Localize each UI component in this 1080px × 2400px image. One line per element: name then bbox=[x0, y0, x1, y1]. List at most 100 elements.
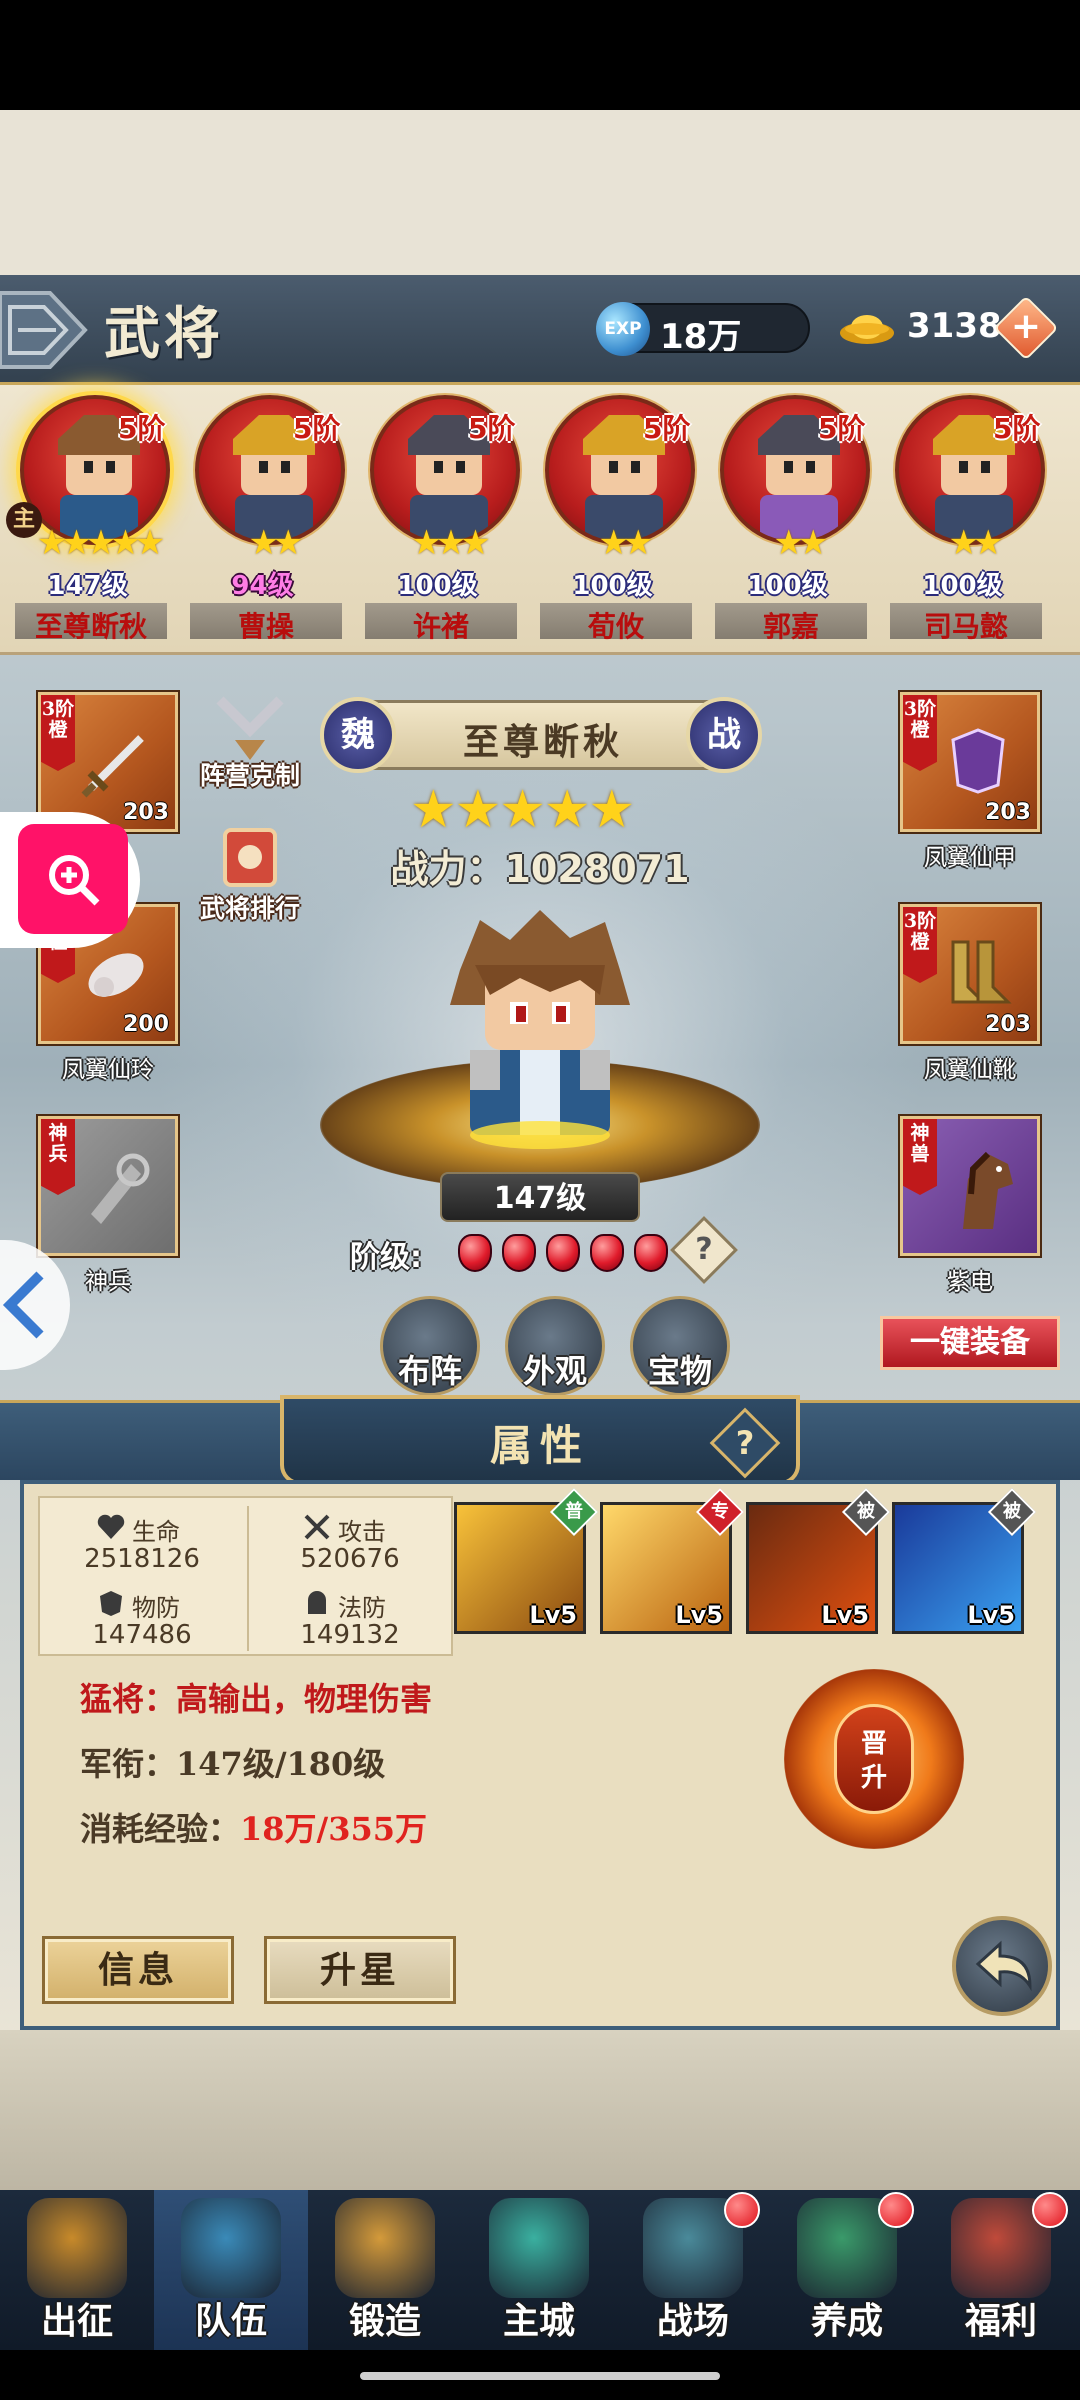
hero-card[interactable]: 5阶 ★★★ 100级许褚 bbox=[350, 395, 525, 655]
skill-type-text: 被 bbox=[1003, 1501, 1021, 1522]
attributes-panel: 生命 2518126 攻击 520676 物防 147486 法防 149132… bbox=[20, 1480, 1060, 2030]
hero-ranking-button[interactable]: 武将排行 bbox=[185, 815, 315, 925]
hero-card[interactable]: 5阶 ★★ 100级 郭嘉 bbox=[700, 395, 875, 655]
nav-item-label: 福利 bbox=[964, 2300, 1037, 2342]
equip-label: 凤翼仙甲 bbox=[924, 845, 1016, 871]
hero-rank: 5阶 bbox=[993, 412, 1041, 445]
lord-badge: 主 bbox=[6, 502, 42, 538]
formation-button[interactable]: 布阵 bbox=[370, 1296, 490, 1406]
nav-item-icon bbox=[489, 2198, 589, 2298]
hero-name: 许褚 bbox=[412, 610, 469, 643]
hero-level: 100级 bbox=[572, 571, 653, 601]
menu-logo-icon[interactable] bbox=[0, 283, 90, 377]
exp-value: 18万 bbox=[660, 317, 742, 357]
back-arrow-icon bbox=[975, 1940, 1032, 1992]
equip-count: 203 bbox=[985, 800, 1031, 825]
horse-icon bbox=[963, 1151, 1013, 1229]
equip-quality-tag: 神兵 bbox=[41, 1119, 75, 1195]
military-rank-label: 军衔： bbox=[80, 1745, 177, 1783]
nav-item[interactable]: 队伍 bbox=[154, 2190, 308, 2350]
jade-pendant-icon bbox=[88, 953, 144, 997]
divine-weapon-silhouette-icon bbox=[91, 1153, 150, 1224]
nav-item-label: 锻造 bbox=[348, 2300, 421, 2342]
hero-level: 100级 bbox=[397, 571, 478, 601]
equip-count: 203 bbox=[123, 800, 169, 825]
hero-card[interactable]: 5阶 ★★ 100级 司马懿 bbox=[875, 395, 1050, 655]
skill-type-text: 普 bbox=[565, 1501, 583, 1522]
nav-item-label: 主城 bbox=[502, 2300, 575, 2342]
equip-label: 紫电 bbox=[947, 1269, 993, 1295]
equip-slot-weapon[interactable]: 3阶橙 203 bbox=[38, 692, 178, 832]
boots-icon bbox=[951, 940, 1012, 1004]
skill-type-tag: 普 bbox=[549, 1487, 599, 1537]
combat-power: 战力：1028071 bbox=[330, 838, 750, 893]
bottom-scenery bbox=[0, 2030, 1080, 2190]
nav-item[interactable]: 主城 bbox=[462, 2190, 616, 2350]
hero-stars: ★★★ bbox=[411, 523, 490, 563]
gold-counter: 3138 + bbox=[840, 295, 1059, 361]
rank-gem-icon bbox=[634, 1234, 668, 1272]
skill-slot[interactable]: Lv5 专 bbox=[600, 1487, 745, 1634]
equip-label: 凤翼仙玲 bbox=[62, 1057, 154, 1083]
hero-row: 5阶 ★★★★★ 147级 至尊断秋 5阶 ★★ 94级 曹操 5阶 ★★★ 100级 许褚 5阶 ★★ 1… bbox=[0, 385, 1080, 655]
military-rank-line: 军衔：147级/180级 bbox=[80, 1739, 385, 1785]
faction-counter-button[interactable]: 阵营克制 bbox=[185, 690, 315, 800]
nav-item-label: 战场 bbox=[656, 2300, 729, 2342]
notification-dot-icon bbox=[878, 2192, 914, 2228]
equip-slot-boots[interactable]: 3阶橙 203 bbox=[900, 904, 1040, 1044]
help-icon: ? bbox=[735, 1424, 755, 1462]
equip-slot-divine-beast[interactable]: 神兽 bbox=[900, 1116, 1040, 1256]
hero-card[interactable]: 5阶 ★★ 100级 荀攸 bbox=[525, 395, 700, 655]
hero-role-text: 猛将：高输出，物理伤害 bbox=[80, 1680, 433, 1718]
exp-counter: EXP 18万 bbox=[596, 302, 810, 357]
skill-slot[interactable]: Lv5 被 bbox=[746, 1487, 891, 1634]
sword-icon bbox=[81, 735, 144, 798]
nav-item[interactable]: 出征 bbox=[0, 2190, 154, 2350]
equip-all-button[interactable]: 一键装备 bbox=[880, 1316, 1060, 1370]
add-gold-button[interactable]: + bbox=[993, 295, 1059, 361]
back-button[interactable] bbox=[952, 1916, 1052, 2016]
ranking-scroll-icon bbox=[223, 828, 277, 887]
hero-sprite[interactable] bbox=[430, 910, 650, 1150]
nav-item[interactable]: 锻造 bbox=[308, 2190, 462, 2350]
promote-button[interactable]: 晋 升 bbox=[784, 1669, 964, 1849]
nav-item[interactable]: 养成 bbox=[770, 2190, 924, 2350]
hero-rank: 5阶 bbox=[468, 412, 516, 445]
skill-level: Lv5 bbox=[821, 1601, 869, 1629]
rank-label: 阶级: bbox=[350, 1240, 422, 1275]
skill-type-tag: 被 bbox=[987, 1487, 1037, 1537]
zoom-float-button[interactable] bbox=[0, 812, 140, 948]
skill-slot[interactable]: Lv5 普 bbox=[454, 1487, 599, 1634]
promote-label-char-2: 升 bbox=[860, 1763, 887, 1793]
nav-item-icon bbox=[27, 2198, 127, 2298]
equip-slot-divine-weapon[interactable]: 神兵 bbox=[38, 1116, 178, 1256]
appearance-button[interactable]: 外观 bbox=[495, 1296, 615, 1406]
equip-quality-tag: 3阶橙 bbox=[903, 695, 937, 771]
skill-row: Lv5 普 Lv5 专 Lv5 被 Lv5 被 bbox=[24, 1484, 1064, 1664]
rank-gem-icon bbox=[502, 1234, 536, 1272]
hero-rank: 5阶 bbox=[818, 412, 866, 445]
equip-slot-armor[interactable]: 3阶橙 203 bbox=[900, 692, 1040, 832]
skill-type-text: 专 bbox=[711, 1501, 729, 1522]
nav-item[interactable]: 战场 bbox=[616, 2190, 770, 2350]
nav-item[interactable]: 福利 bbox=[924, 2190, 1078, 2350]
status-bar bbox=[0, 0, 1080, 110]
hero-name: 司马懿 bbox=[923, 610, 1008, 643]
hero-card[interactable]: 5阶 ★★ 94级 曹操 bbox=[175, 395, 350, 655]
nav-item-label: 养成 bbox=[810, 2300, 883, 2342]
home-indicator[interactable] bbox=[360, 2372, 720, 2380]
hero-star-rating: ★★★★★ bbox=[410, 780, 635, 840]
hero-name: 郭嘉 bbox=[762, 610, 819, 643]
skill-type-text: 被 bbox=[857, 1501, 875, 1522]
hero-name: 至尊断秋 bbox=[34, 610, 147, 643]
equip-count: 203 bbox=[985, 1012, 1031, 1037]
skill-slot[interactable]: Lv5 被 bbox=[892, 1487, 1037, 1634]
treasure-button[interactable]: 宝物 bbox=[620, 1296, 740, 1406]
equip-quality-tag: 3阶橙 bbox=[41, 695, 75, 771]
zoom-button-face bbox=[18, 824, 128, 934]
exp-cost-label: 消耗经验： bbox=[80, 1810, 241, 1848]
notification-dot-icon bbox=[724, 2192, 760, 2228]
tab-info[interactable]: 信息 bbox=[42, 1936, 234, 2004]
promote-label: 晋 升 bbox=[834, 1704, 914, 1814]
tab-upgrade-star[interactable]: 升星 bbox=[264, 1936, 456, 2004]
